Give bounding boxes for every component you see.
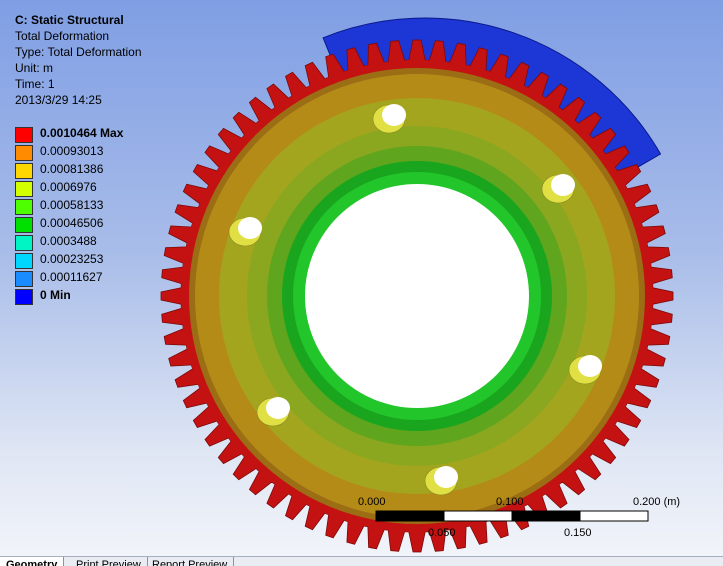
tab-print-preview[interactable]: Print Preview <box>70 557 148 566</box>
bolt-hole <box>578 355 602 377</box>
scale-bar-segment <box>375 510 445 522</box>
bolt-hole <box>382 104 406 126</box>
bolt-hole <box>238 217 262 239</box>
gear-model-viewport[interactable] <box>0 0 723 566</box>
bolt-hole <box>551 174 575 196</box>
bolt-hole <box>434 466 458 488</box>
tab-geometry[interactable]: Geometry <box>0 557 65 566</box>
gear-bore <box>305 184 529 408</box>
tab-report-preview[interactable]: Report Preview <box>146 557 235 566</box>
scale-bar-segment <box>579 510 649 522</box>
scale-bar-segment <box>443 510 513 522</box>
view-tabs: Geometry Print Preview Report Preview <box>0 556 723 566</box>
bolt-hole <box>266 397 290 419</box>
scale-bar-segment <box>511 510 581 522</box>
